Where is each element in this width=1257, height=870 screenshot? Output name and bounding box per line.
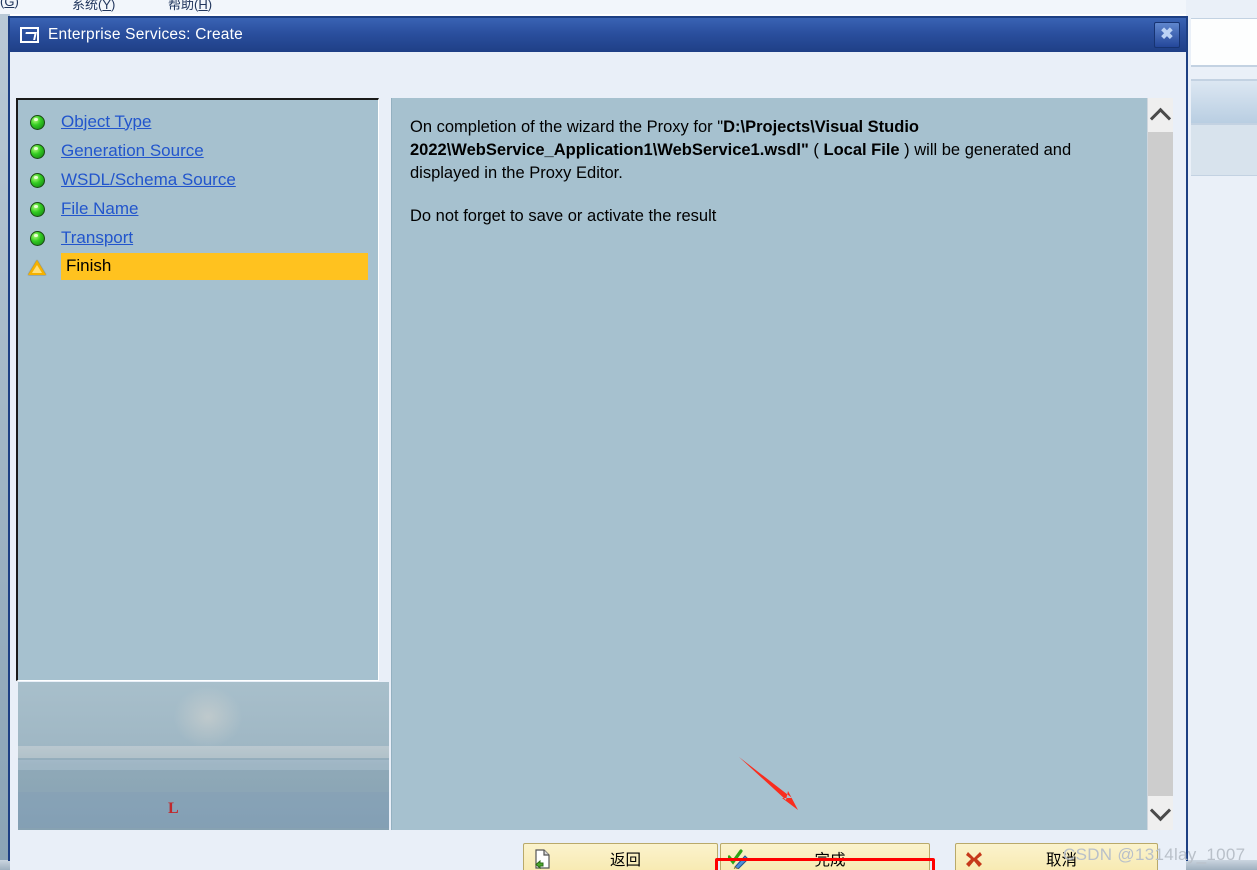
red-x-icon xyxy=(960,850,988,868)
dialog-body: Object Type Generation Source WSDL/Schem… xyxy=(10,52,1186,870)
save-reminder-message: Do not forget to save or activate the re… xyxy=(410,207,717,225)
roadmap-step-label[interactable]: Generation Source xyxy=(61,141,204,161)
red-l-marker: L xyxy=(168,800,179,817)
background-image-area: L xyxy=(18,682,389,830)
green-led-icon xyxy=(27,169,49,191)
scrollbar-track[interactable] xyxy=(1148,132,1173,796)
source-type: Local File xyxy=(823,141,900,159)
background-menu-bar: (G) 系统(Y) 帮助(H) xyxy=(0,0,1257,14)
background-menu-item[interactable]: 系统(Y) xyxy=(72,0,115,13)
background-band xyxy=(1191,66,1257,80)
roadmap-panel: Object Type Generation Source WSDL/Schem… xyxy=(16,98,379,681)
wizard-window-icon xyxy=(20,27,39,43)
green-led-icon xyxy=(27,140,49,162)
completion-message-part2: ( xyxy=(808,141,824,159)
dialog-footer: 返回 完成 取消 xyxy=(10,830,1186,870)
roadmap-step-object-type[interactable]: Object Type xyxy=(18,107,378,136)
watermark: CSDN @1314lay_1007 xyxy=(1063,845,1246,864)
enterprise-services-dialog: Enterprise Services: Create ✖ Object Typ… xyxy=(8,16,1188,870)
screen-root: (G) 系统(Y) 帮助(H) Enterprise Services: Cre… xyxy=(0,0,1257,870)
green-led-icon xyxy=(27,111,49,133)
dialog-title: Enterprise Services: Create xyxy=(48,26,243,43)
roadmap-step-file-name[interactable]: File Name xyxy=(18,194,378,223)
dialog-titlebar: Enterprise Services: Create ✖ xyxy=(10,18,1186,52)
chevron-down-icon[interactable] xyxy=(1148,796,1173,830)
roadmap-step-label[interactable]: WSDL/Schema Source xyxy=(61,170,236,190)
background-band xyxy=(1191,80,1257,124)
background-band xyxy=(1191,18,1257,66)
completion-message-part1: On completion of the wizard the Proxy fo… xyxy=(410,118,724,136)
close-icon[interactable]: ✖ xyxy=(1154,22,1180,48)
roadmap-step-label[interactable]: File Name xyxy=(61,199,138,219)
completion-message: On completion of the wizard the Proxy fo… xyxy=(410,116,1125,185)
background-menu-item[interactable]: 帮助(H) xyxy=(168,0,212,13)
green-led-icon xyxy=(27,198,49,220)
check-pencil-icon xyxy=(725,849,753,869)
roadmap-step-label[interactable]: Object Type xyxy=(61,112,151,132)
green-led-icon xyxy=(27,227,49,249)
roadmap-step-wsdl-schema-source[interactable]: WSDL/Schema Source xyxy=(18,165,378,194)
warning-triangle-icon xyxy=(27,256,49,278)
back-button[interactable]: 返回 xyxy=(523,843,718,870)
back-button-label: 返回 xyxy=(609,852,641,869)
chevron-up-icon[interactable] xyxy=(1148,98,1173,132)
content-scrollbar[interactable] xyxy=(1147,98,1173,830)
finish-button[interactable]: 完成 xyxy=(720,843,930,870)
background-menu-item[interactable]: (G) xyxy=(0,0,19,9)
content-panel: On completion of the wizard the Proxy fo… xyxy=(391,98,1147,830)
roadmap-step-transport[interactable]: Transport xyxy=(18,223,378,252)
roadmap-step-label: Finish xyxy=(61,253,368,280)
finish-button-label: 完成 xyxy=(814,852,846,869)
roadmap-step-generation-source[interactable]: Generation Source xyxy=(18,136,378,165)
roadmap-step-label[interactable]: Transport xyxy=(61,228,133,248)
roadmap-step-finish[interactable]: Finish xyxy=(18,252,378,281)
background-band xyxy=(1191,124,1257,176)
back-page-icon xyxy=(528,849,556,869)
